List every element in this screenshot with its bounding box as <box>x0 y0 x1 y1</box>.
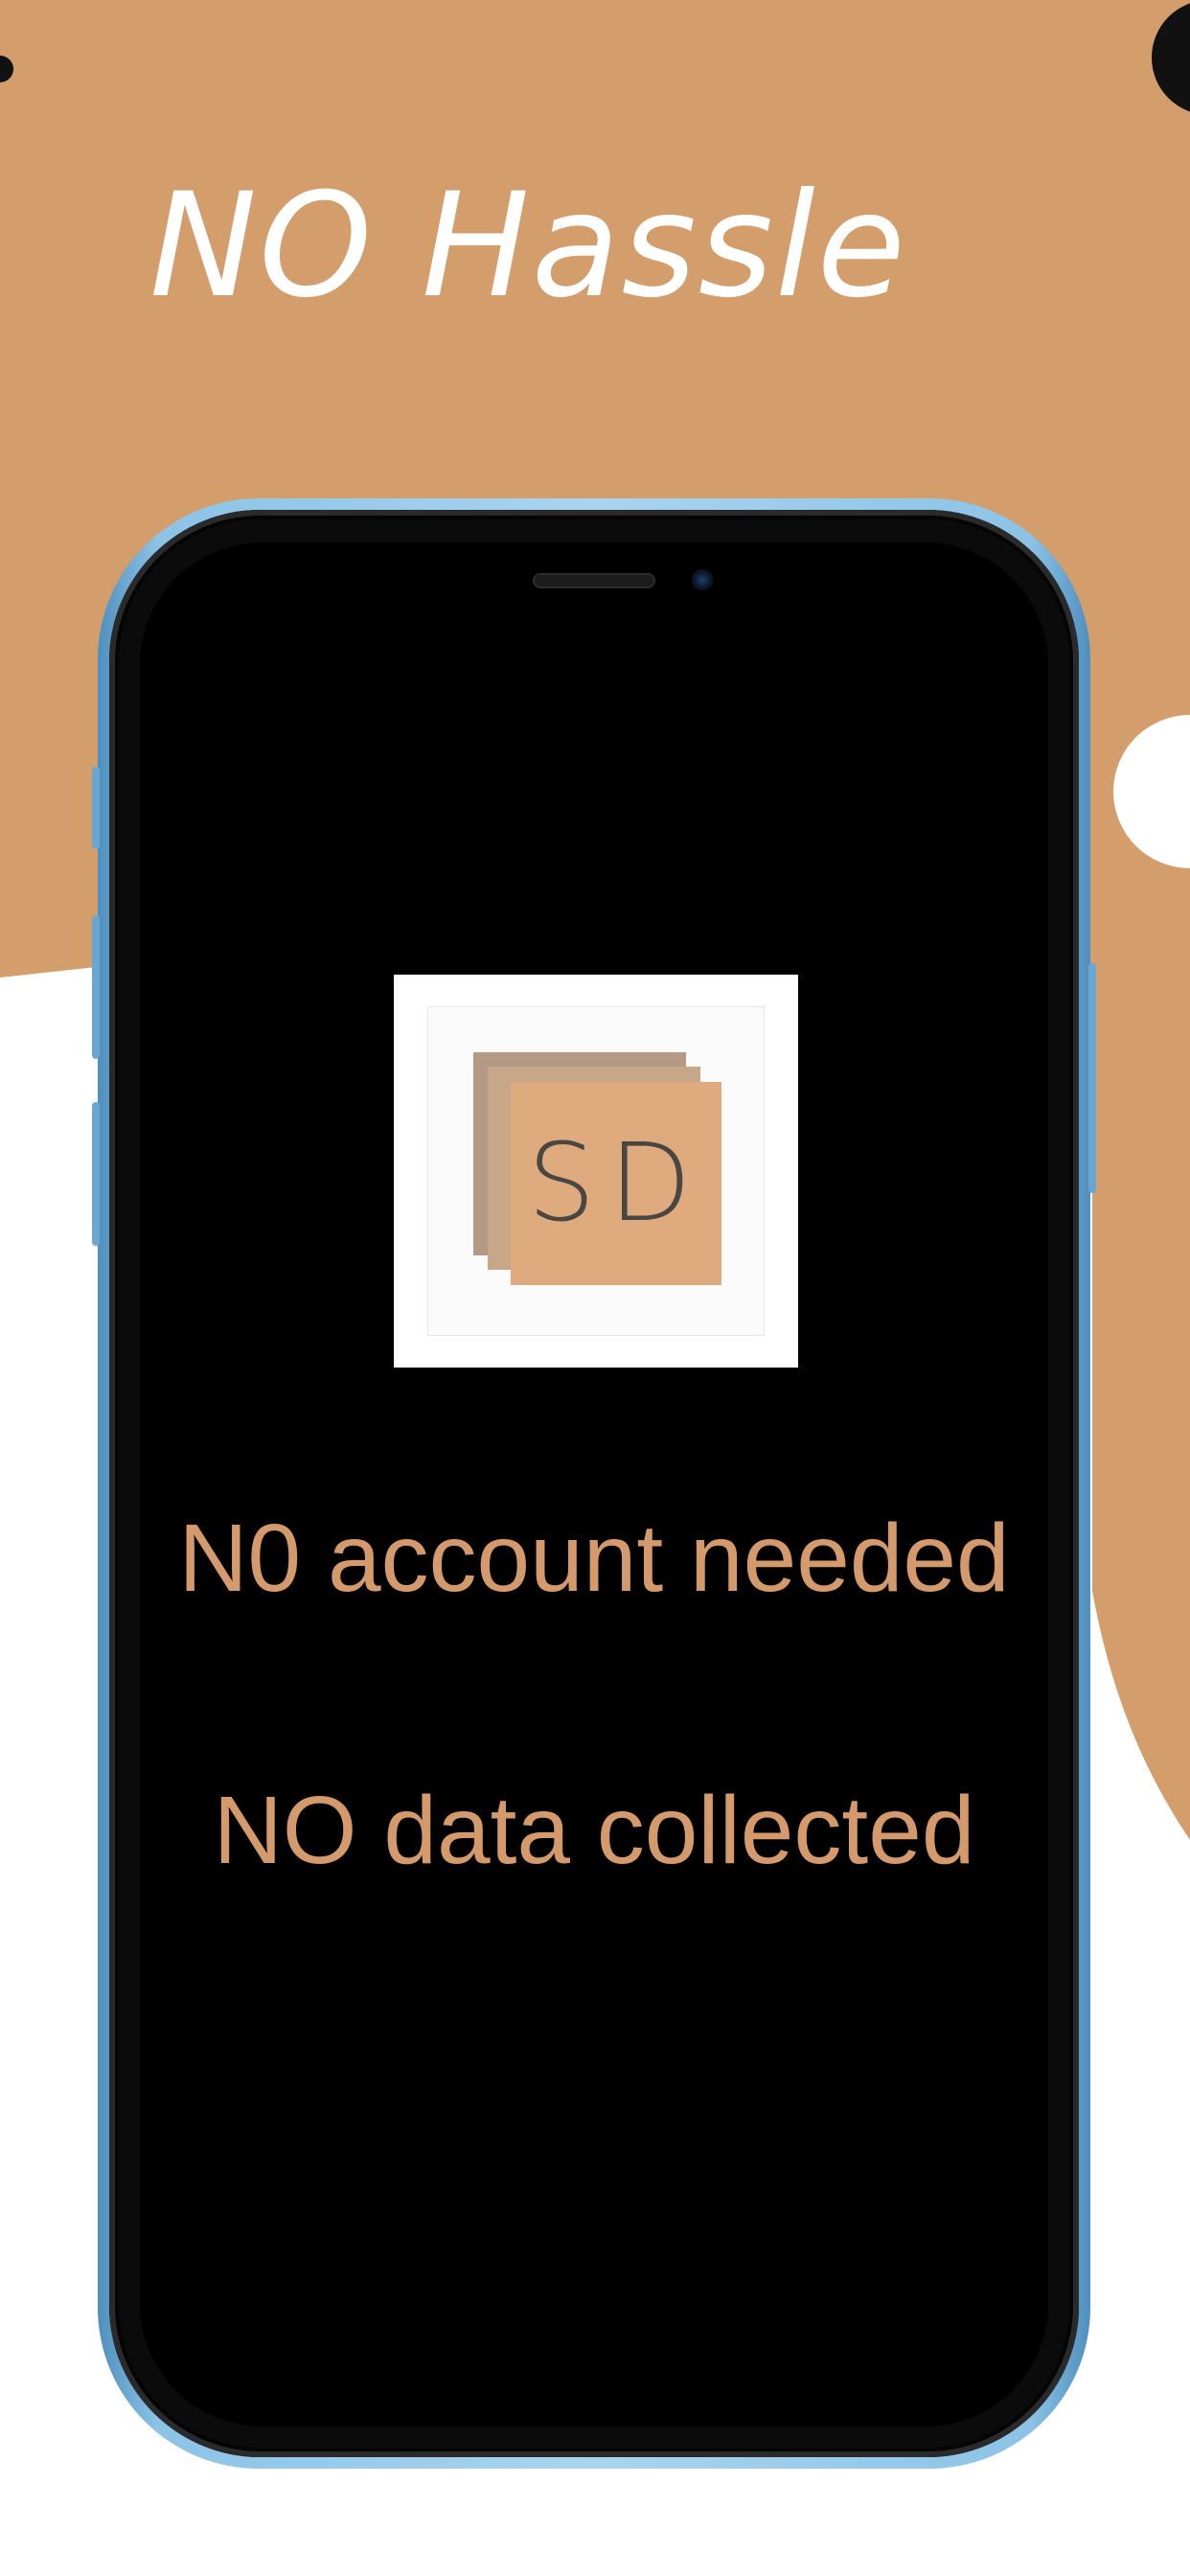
headline: NO Hassle <box>149 163 907 330</box>
logo-text: SD <box>527 1121 705 1246</box>
phone-power-button <box>1088 963 1096 1193</box>
logo-inner-frame: SD <box>427 1006 765 1336</box>
phone-silent-switch <box>92 767 100 849</box>
phone-screen <box>140 542 1048 2426</box>
phone-volume-down-button <box>92 1102 100 1246</box>
no-account-text: N0 account needed <box>178 1505 1010 1612</box>
phone-camera <box>692 569 713 590</box>
phone-volume-up-button <box>92 915 100 1059</box>
phone-speaker <box>533 573 655 588</box>
no-data-text: NO data collected <box>213 1777 975 1884</box>
app-logo: SD <box>394 975 798 1368</box>
